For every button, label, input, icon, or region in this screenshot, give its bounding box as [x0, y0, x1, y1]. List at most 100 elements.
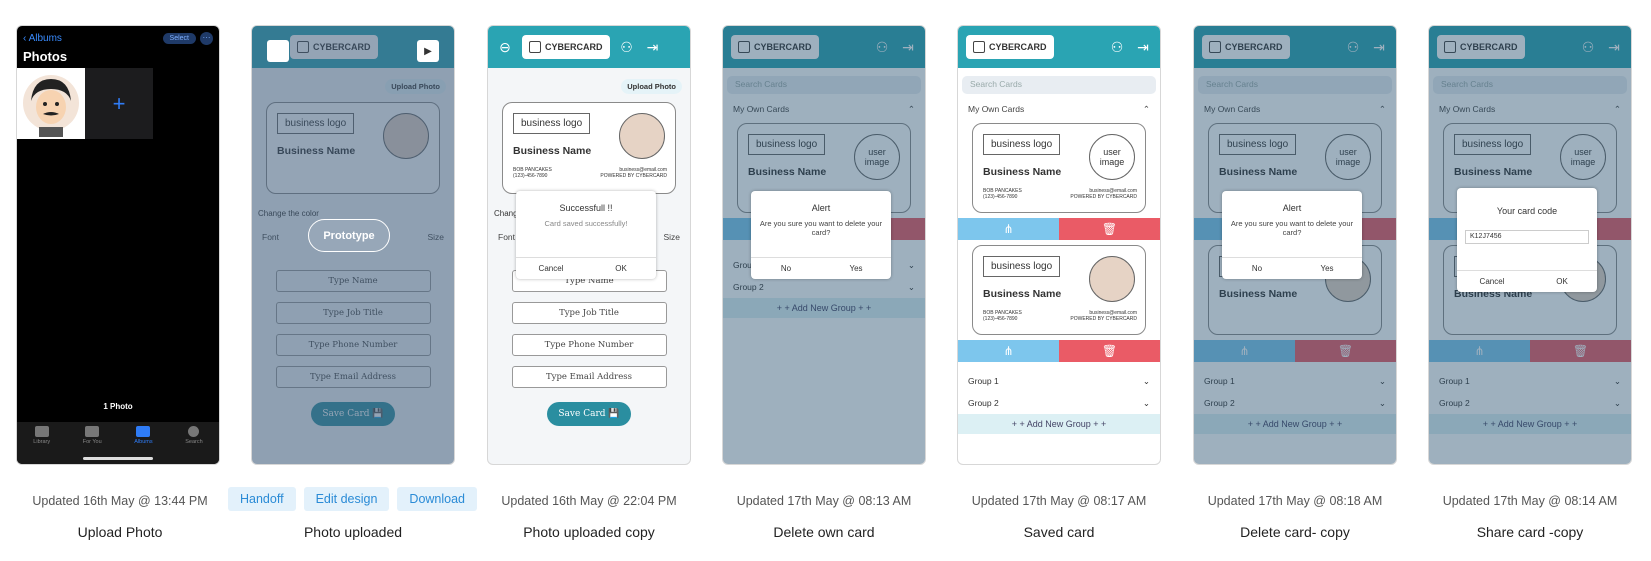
cancel-button[interactable]: Cancel [1457, 271, 1527, 292]
hover-actions: Handoff Edit design Download [228, 487, 478, 511]
user-image-placeholder: user image [1089, 134, 1135, 180]
search-icon [188, 426, 200, 437]
chevron-down-icon[interactable]: ⌄ [1143, 398, 1150, 409]
logout-icon[interactable]: ⇥ [644, 38, 662, 56]
success-dialog: Successfull !! Card saved successfully! … [516, 191, 656, 279]
dialog-buttons: No Yes [751, 257, 891, 279]
search-input[interactable]: Search Cards [962, 76, 1156, 94]
home-indicator [83, 457, 153, 460]
avatar-face-icon [23, 74, 79, 137]
screen-title[interactable]: Delete own card [704, 524, 944, 540]
trash-icon[interactable]: 🗑 [1059, 340, 1160, 362]
albums-back-link[interactable]: ‹ Albums [23, 33, 62, 44]
screen-delete-card-copy[interactable]: CYBERCARD ⚇ ⇥ Search Cards My Own Cards ⌃… [1193, 25, 1397, 465]
updated-timestamp: Updated 17th May @ 08:13 AM [736, 494, 912, 508]
upload-photo-button[interactable]: Upload Photo [621, 79, 682, 94]
add-photo-button[interactable]: + [85, 68, 153, 139]
screen-title[interactable]: Upload Photo [0, 524, 240, 540]
cancel-button[interactable]: Cancel [516, 258, 586, 279]
save-card-button[interactable]: Save Card 💾 [547, 402, 631, 426]
business-card-preview: business logo Business Name BOB PANCAKES… [502, 102, 676, 194]
yes-button[interactable]: Yes [1292, 258, 1362, 279]
business-logo-box: business logo [983, 134, 1061, 155]
job-title-field[interactable]: Type Job Title [511, 302, 667, 324]
screen-title[interactable]: Saved card [939, 524, 1179, 540]
tab-library[interactable]: Library [33, 426, 50, 464]
screen-photo-uploaded-copy[interactable]: ⊖ CYBERCARD ⚇ ⇥ Upload Photo business lo… [487, 25, 691, 465]
updated-timestamp: Updated 16th May @ 22:04 PM [501, 494, 677, 508]
screen-delete-own-card[interactable]: CYBERCARD ⚇ ⇥ Search Cards My Own Cards ⌃… [722, 25, 926, 465]
chevron-up-icon[interactable]: ⌃ [1143, 104, 1150, 115]
card-actions: ⋔🗑 [958, 340, 1160, 362]
albums-back-label: Albums [28, 33, 62, 44]
tab-albums-label: Albums [134, 439, 153, 445]
photos-heading: Photos [23, 49, 68, 64]
screen-title[interactable]: Delete card- copy [1175, 524, 1415, 540]
group-1-row[interactable]: Group 1 ⌄ [958, 370, 1160, 392]
screen-title[interactable]: Photo uploaded [233, 524, 473, 540]
no-button[interactable]: No [751, 258, 821, 279]
my-cards-header[interactable]: My Own Cards ⌃ [958, 100, 1160, 118]
brand-label: CYBERCARD [545, 42, 603, 52]
alert-title: Alert [811, 203, 831, 213]
phone-field[interactable]: Type Phone Number [511, 334, 667, 356]
dialog-buttons: Cancel OK [516, 257, 656, 279]
qr-icon [973, 41, 985, 53]
for-you-icon [85, 426, 100, 437]
prototype-button[interactable]: Prototype [308, 219, 390, 252]
updated-timestamp: Updated 17th May @ 08:17 AM [971, 494, 1147, 508]
alert-message: Are you sure you want to delete your car… [1230, 219, 1354, 237]
contact-phone: (123)-456-7890 [983, 316, 1018, 322]
business-logo-box: business logo [983, 256, 1061, 277]
trash-icon[interactable]: 🗑 [1059, 218, 1160, 240]
edit-design-button[interactable]: Edit design [303, 487, 390, 511]
screen-title[interactable]: Share card -copy [1410, 524, 1650, 540]
user-avatar [619, 113, 665, 159]
card-actions: ⋔🗑 [958, 218, 1160, 240]
tab-search[interactable]: Search [185, 426, 203, 464]
business-card[interactable]: business logo Business Name BOB PANCAKES… [972, 245, 1146, 335]
photo-thumbnail[interactable] [17, 68, 85, 139]
add-user-icon[interactable]: ⚇ [618, 38, 636, 56]
no-button[interactable]: No [1222, 258, 1292, 279]
alert-title: Alert [1282, 203, 1302, 213]
back-icon[interactable]: ⊖ [496, 38, 514, 56]
group-2-row[interactable]: Group 2 ⌄ [958, 392, 1160, 414]
cybercard-logo: CYBERCARD [966, 35, 1054, 59]
business-card[interactable]: business logo Business Name BOB PANCAKES… [972, 123, 1146, 213]
screen-saved-card[interactable]: CYBERCARD ⚇ ⇥ Search Cards My Own Cards ⌃… [957, 25, 1161, 465]
email-field[interactable]: Type Email Address [511, 366, 667, 388]
updated-timestamp: Updated 17th May @ 08:18 AM [1207, 494, 1383, 508]
card-code-dialog: Your card code K12J7456 Cancel OK [1457, 188, 1597, 292]
ok-button[interactable]: OK [586, 258, 656, 279]
powered-by: POWERED BY CYBERCARD [1070, 194, 1137, 200]
email-block: business@email.com POWERED BY CYBERCARD [1070, 310, 1137, 322]
play-icon[interactable]: ▶ [417, 40, 439, 62]
tab-search-label: Search [185, 439, 203, 445]
yes-button[interactable]: Yes [821, 258, 891, 279]
screen-share-card-copy[interactable]: CYBERCARD ⚇ ⇥ Search Cards My Own Cards ⌃… [1428, 25, 1632, 465]
photo-grid: + [17, 68, 219, 139]
add-user-icon[interactable]: ⚇ [1108, 38, 1126, 56]
photo-count: 1 Photo [103, 402, 133, 411]
select-button[interactable]: Select [162, 33, 196, 44]
powered-by: POWERED BY CYBERCARD [600, 173, 667, 179]
download-button[interactable]: Download [397, 487, 478, 511]
contact-phone: (123)-456-7890 [983, 194, 1018, 200]
photos-header: ‹ Albums Select ··· [17, 26, 219, 45]
add-group-button[interactable]: + + Add New Group + + [958, 414, 1160, 434]
size-label: Size [663, 232, 680, 242]
more-icon[interactable]: ··· [200, 32, 213, 45]
screen-title[interactable]: Photo uploaded copy [469, 524, 709, 540]
screen-photo-uploaded[interactable]: CYBERCARD Upload Photo business logo Bus… [251, 25, 455, 465]
chevron-down-icon[interactable]: ⌄ [1143, 376, 1150, 387]
select-checkbox[interactable] [267, 40, 289, 62]
share-icon[interactable]: ⋔ [958, 340, 1059, 362]
share-icon[interactable]: ⋔ [958, 218, 1059, 240]
ok-button[interactable]: OK [1527, 271, 1597, 292]
logout-icon[interactable]: ⇥ [1134, 38, 1152, 56]
screen-upload-photo[interactable]: ‹ Albums Select ··· Photos + 1 Photo Libr… [16, 25, 220, 465]
business-name: Business Name [513, 145, 592, 157]
card-code-field[interactable]: K12J7456 [1465, 230, 1589, 244]
handoff-button[interactable]: Handoff [228, 487, 296, 511]
